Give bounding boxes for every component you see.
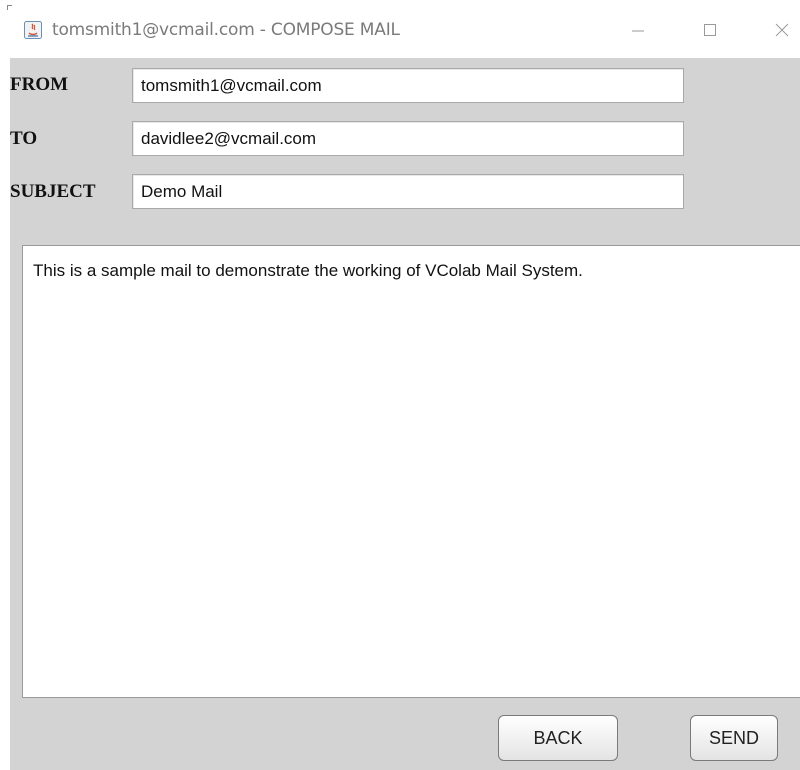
resize-corner-mark [7, 5, 12, 10]
maximize-icon[interactable] [698, 18, 722, 42]
subject-label: SUBJECT [10, 181, 96, 202]
to-label: TO [10, 128, 38, 149]
close-icon[interactable] [770, 18, 794, 42]
from-label: FROM [10, 74, 69, 95]
mail-body-text: This is a sample mail to demonstrate the… [33, 261, 583, 280]
to-field[interactable]: davidlee2@vcmail.com [132, 121, 684, 156]
title-bar[interactable]: tomsmith1@vcmail.com - COMPOSE MAIL [0, 0, 800, 58]
minimize-icon[interactable] [626, 18, 650, 42]
from-field[interactable]: tomsmith1@vcmail.com [132, 68, 684, 103]
window-title: tomsmith1@vcmail.com - COMPOSE MAIL [52, 20, 400, 40]
mail-body-textarea[interactable]: This is a sample mail to demonstrate the… [22, 245, 800, 698]
send-button[interactable]: SEND [690, 715, 778, 761]
window-left-edge [0, 58, 10, 770]
java-icon [24, 21, 42, 39]
subject-field[interactable]: Demo Mail [132, 174, 684, 209]
compose-mail-window: tomsmith1@vcmail.com - COMPOSE MAIL FROM… [0, 0, 800, 770]
back-button[interactable]: BACK [498, 715, 618, 761]
